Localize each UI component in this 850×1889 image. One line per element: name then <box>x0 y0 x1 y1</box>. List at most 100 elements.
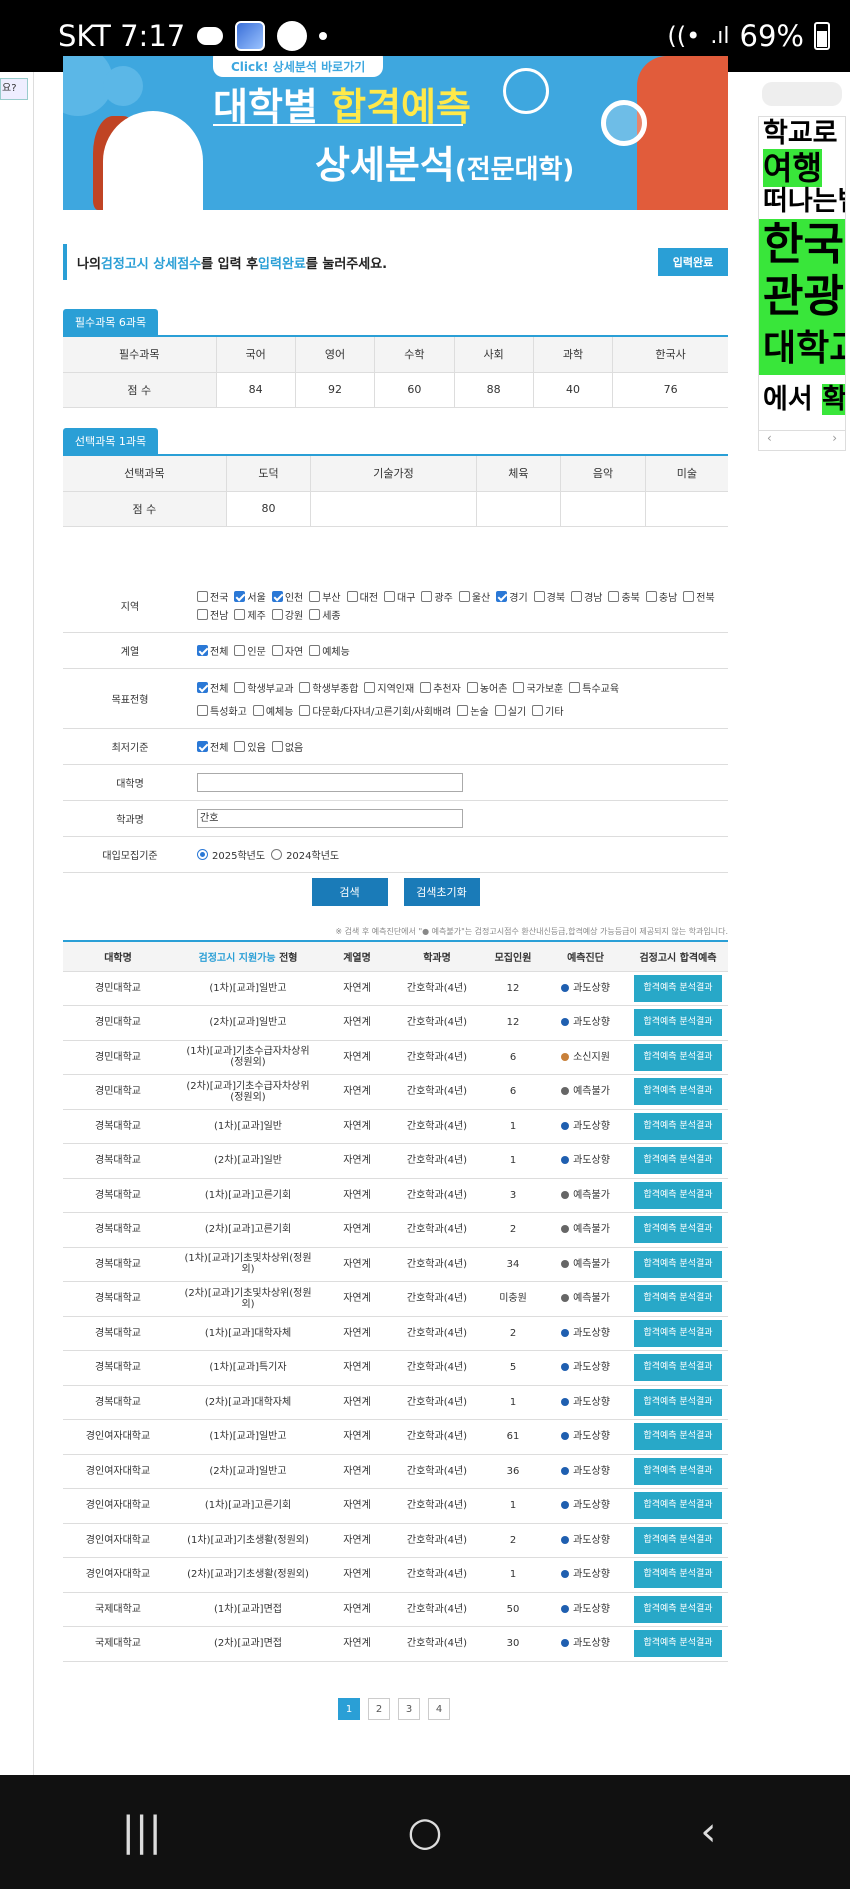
score-cell[interactable]: 76 <box>612 372 728 408</box>
checkbox-icon[interactable] <box>234 608 246 620</box>
score-cell[interactable]: 80 <box>225 491 311 527</box>
region-option[interactable]: 강원 <box>271 607 303 622</box>
type-option[interactable]: 다문화/다자녀/고른기회/사회배려 <box>299 703 451 718</box>
university-name-input[interactable] <box>197 773 463 792</box>
region-option[interactable]: 전북 <box>683 589 715 604</box>
region-option[interactable]: 충남 <box>645 589 677 604</box>
left-panel-stub[interactable]: 요? <box>0 78 28 100</box>
region-option[interactable]: 울산 <box>458 589 490 604</box>
score-cell[interactable]: 60 <box>374 372 454 408</box>
analysis-result-button[interactable]: 합격예측 분석결과 <box>634 1216 722 1244</box>
checkbox-icon[interactable] <box>569 681 581 693</box>
checkbox-icon[interactable] <box>513 681 525 693</box>
checkbox-icon[interactable] <box>364 681 376 693</box>
score-cell[interactable] <box>475 491 561 527</box>
score-cell[interactable] <box>560 491 646 527</box>
score-cell[interactable]: 84 <box>215 372 296 408</box>
score-cell[interactable]: 88 <box>453 372 534 408</box>
region-option[interactable]: 경북 <box>533 589 565 604</box>
type-option[interactable]: 예체능 <box>252 703 293 718</box>
page-2-button[interactable]: 2 <box>368 1698 390 1720</box>
checkbox-icon[interactable] <box>271 590 283 602</box>
type-option[interactable]: 추천자 <box>420 680 461 695</box>
tourism-university-ad[interactable]: 학교로 여행 떠나는법 한국 관광 대학교 에서 확인 ‹› <box>758 116 846 451</box>
checkbox-icon[interactable] <box>571 590 583 602</box>
page-3-button[interactable]: 3 <box>398 1698 420 1720</box>
type-option[interactable]: 농어촌 <box>466 680 507 695</box>
checkbox-icon[interactable] <box>645 590 657 602</box>
checkbox-icon[interactable] <box>533 590 545 602</box>
min-option[interactable]: 없음 <box>271 739 303 754</box>
checkbox-icon[interactable] <box>197 645 208 656</box>
analysis-result-button[interactable]: 합격예측 분석결과 <box>634 1595 722 1623</box>
region-option[interactable]: 충북 <box>608 589 640 604</box>
checkbox-icon[interactable] <box>299 681 311 693</box>
type-option[interactable]: 특성화고 <box>197 703 247 718</box>
radio-icon[interactable] <box>197 849 208 860</box>
track-option[interactable]: 인문 <box>234 643 266 658</box>
type-option[interactable]: 학생부종합 <box>299 680 358 695</box>
analysis-result-button[interactable]: 합격예측 분석결과 <box>634 1078 722 1106</box>
analysis-result-button[interactable]: 합격예측 분석결과 <box>634 1526 722 1554</box>
year-option[interactable]: 2025학년도 <box>197 847 265 862</box>
type-option[interactable]: 기타 <box>532 703 564 718</box>
checkbox-icon[interactable] <box>532 704 544 716</box>
ad-next-icon[interactable]: › <box>832 431 837 450</box>
min-option[interactable]: 전체 <box>197 739 228 754</box>
page-4-button[interactable]: 4 <box>428 1698 450 1720</box>
checkbox-icon[interactable] <box>271 608 283 620</box>
checkbox-icon[interactable] <box>420 681 432 693</box>
analysis-result-button[interactable]: 합격예측 분석결과 <box>634 1112 722 1140</box>
radio-icon[interactable] <box>271 849 283 860</box>
checkbox-icon[interactable] <box>299 704 311 716</box>
analysis-result-button[interactable]: 합격예측 분석결과 <box>634 1561 722 1589</box>
type-option[interactable]: 특수교육 <box>569 680 619 695</box>
region-option[interactable]: 경기 <box>496 589 528 604</box>
checkbox-icon[interactable] <box>252 704 264 716</box>
analysis-result-button[interactable]: 합격예측 분석결과 <box>634 1492 722 1520</box>
checkbox-icon[interactable] <box>384 590 396 602</box>
checkbox-icon[interactable] <box>494 704 506 716</box>
region-option[interactable]: 경남 <box>571 589 602 604</box>
score-cell[interactable] <box>644 491 728 527</box>
checkbox-icon[interactable] <box>197 704 208 716</box>
home-icon[interactable]: ○ <box>380 1809 470 1855</box>
region-option[interactable]: 서울 <box>234 589 266 604</box>
score-cell[interactable] <box>310 491 477 527</box>
type-option[interactable]: 국가보훈 <box>513 680 563 695</box>
type-option[interactable]: 학생부교과 <box>234 680 293 695</box>
ad-carousel-arrows[interactable]: ‹ › <box>759 430 845 450</box>
checkbox-icon[interactable] <box>271 645 283 656</box>
analysis-result-button[interactable]: 합격예측 분석결과 <box>634 1009 722 1037</box>
checkbox-icon[interactable] <box>683 590 695 602</box>
analysis-result-button[interactable]: 합격예측 분석결과 <box>634 1423 722 1451</box>
score-cell[interactable]: 92 <box>294 372 375 408</box>
back-icon[interactable]: ‹ <box>663 1809 753 1855</box>
checkbox-icon[interactable] <box>421 590 433 602</box>
recent-apps-icon[interactable]: ||| <box>97 1809 187 1855</box>
checkbox-icon[interactable] <box>458 590 470 602</box>
checkbox-icon[interactable] <box>496 590 508 602</box>
input-complete-button[interactable]: 입력완료 <box>658 248 728 276</box>
checkbox-icon[interactable] <box>608 590 620 602</box>
checkbox-icon[interactable] <box>466 681 478 693</box>
checkbox-icon[interactable] <box>234 645 246 656</box>
type-option[interactable]: 전체 <box>197 680 228 695</box>
checkbox-icon[interactable] <box>309 645 321 656</box>
analysis-result-button[interactable]: 합격예측 분석결과 <box>634 1457 722 1485</box>
checkbox-icon[interactable] <box>346 590 358 602</box>
region-option[interactable]: 전남 <box>197 607 228 622</box>
region-option[interactable]: 제주 <box>234 607 266 622</box>
checkbox-icon[interactable] <box>197 681 208 693</box>
type-option[interactable]: 실기 <box>494 703 526 718</box>
score-cell[interactable]: 40 <box>532 372 613 408</box>
ad-prev-icon[interactable]: ‹ <box>767 431 772 450</box>
region-option[interactable]: 광주 <box>421 589 453 604</box>
analysis-result-button[interactable]: 합격예측 분석결과 <box>634 1250 722 1278</box>
region-option[interactable]: 대구 <box>384 589 415 604</box>
track-option[interactable]: 예체능 <box>309 643 350 658</box>
region-option[interactable]: 세종 <box>309 607 341 622</box>
analysis-result-button[interactable]: 합격예측 분석결과 <box>634 1354 722 1382</box>
search-button[interactable]: 검색 <box>311 878 388 906</box>
analysis-result-button[interactable]: 합격예측 분석결과 <box>634 1630 722 1658</box>
